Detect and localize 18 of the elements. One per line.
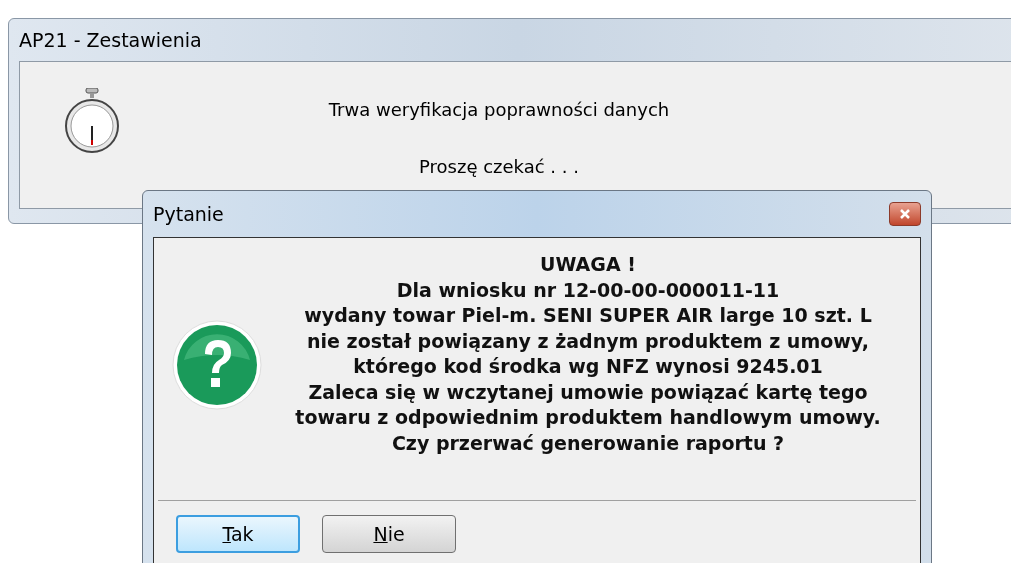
stopwatch-icon — [62, 88, 122, 154]
dialog-button[interactable]: Tak — [176, 515, 300, 553]
window-title: AP21 - Zestawienia — [19, 28, 202, 53]
status-text: Proszę czekać . . . — [419, 155, 579, 179]
message-line: Zaleca się w wczytanej umowie powiązać kartę tego — [308, 379, 868, 405]
message-line: wydany towar Piel-m. SENI SUPER AIR large 10 szt. L — [304, 303, 872, 328]
status-text: Trwa weryfikacja poprawności danych — [328, 98, 670, 122]
message-line: towaru z odpowiednim produktem handlowym umowy. — [295, 405, 881, 430]
message-line: Czy przerwać generowanie raportu ? — [391, 430, 785, 456]
question-icon — [172, 320, 262, 410]
message-line: którego kod środka wg NFZ wynosi 9245.01 — [353, 354, 823, 379]
close-button[interactable] — [889, 202, 921, 226]
message-line: Dla wniosku nr 12-00-00-000011-11 — [396, 277, 780, 303]
dialog-title: Pytanie — [153, 201, 224, 227]
close-icon — [900, 209, 910, 219]
message-line: UWAGA ! — [540, 252, 636, 277]
dialog-button[interactable]: Nie — [322, 515, 456, 553]
message-line: nie został powiązany z żadnym produktem z umowy, — [307, 328, 869, 354]
